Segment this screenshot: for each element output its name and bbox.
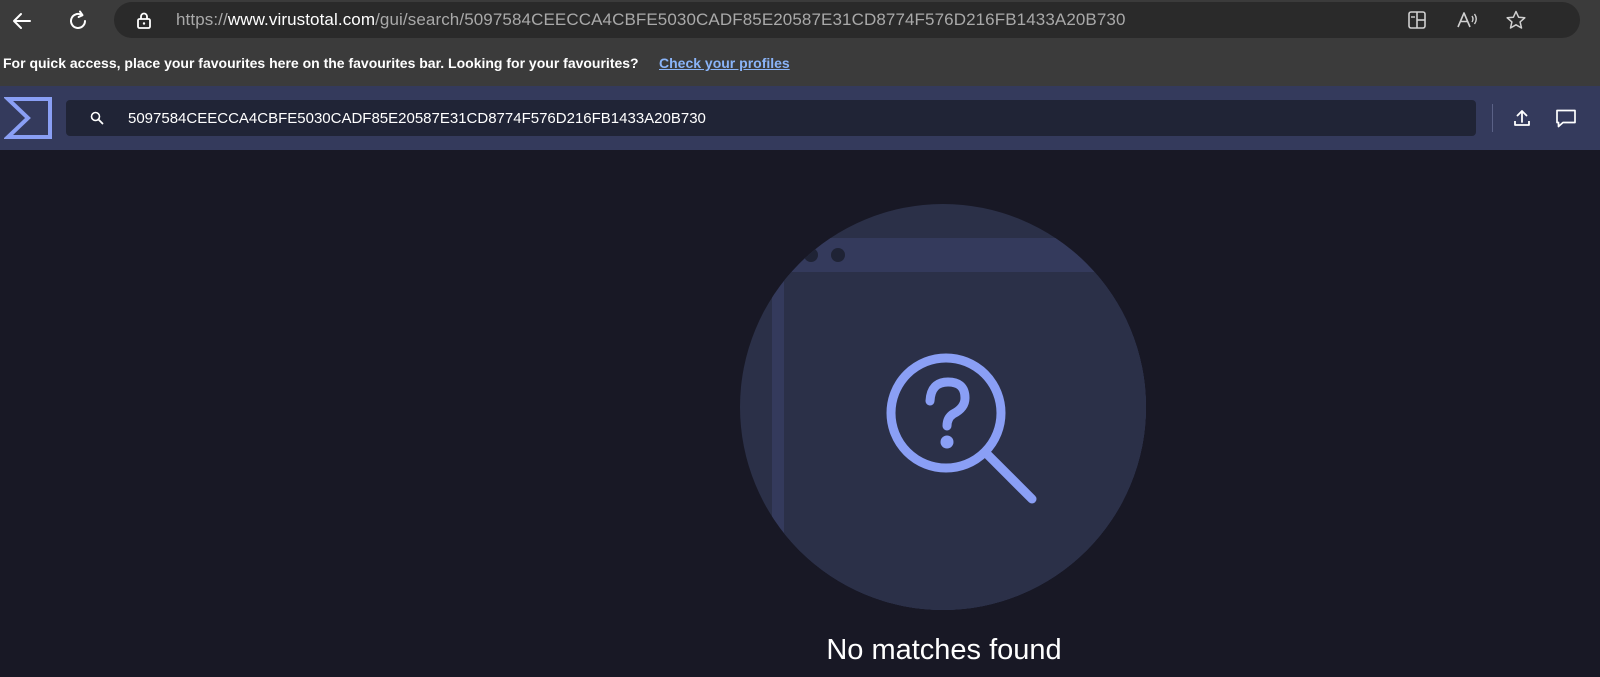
chat-icon	[1556, 109, 1576, 128]
back-button[interactable]	[4, 3, 40, 39]
search-box[interactable]	[66, 100, 1476, 136]
refresh-button[interactable]	[60, 3, 96, 39]
virustotal-header	[0, 86, 1600, 150]
browser-toolbar: https://www.virustotal.com/gui/search/50…	[0, 0, 1600, 42]
empty-state-illustration	[740, 204, 1146, 610]
upload-button[interactable]	[1505, 102, 1539, 134]
lock-icon	[137, 12, 151, 29]
star-icon	[1506, 10, 1526, 29]
favourite-button[interactable]	[1501, 6, 1531, 34]
url-text[interactable]: https://www.virustotal.com/gui/search/50…	[176, 10, 1126, 30]
url-path: /gui/search/5097584CEECCA4CBFE5030CADF85…	[375, 10, 1126, 29]
search-input[interactable]	[128, 100, 1458, 136]
check-profiles-link[interactable]: Check your profiles	[659, 55, 790, 71]
header-divider	[1492, 104, 1493, 132]
site-info-button[interactable]	[134, 10, 154, 35]
split-screen-icon	[1408, 11, 1426, 29]
back-arrow-icon	[13, 13, 31, 29]
favourites-bar: For quick access, place your favourites …	[0, 42, 1600, 86]
url-host: www.virustotal.com	[227, 10, 376, 29]
address-bar[interactable]: https://www.virustotal.com/gui/search/50…	[114, 2, 1580, 38]
refresh-icon	[70, 10, 86, 29]
search-icon[interactable]	[90, 111, 104, 125]
read-aloud-icon	[1457, 12, 1477, 28]
url-scheme: https://	[176, 10, 228, 29]
upload-icon	[1514, 110, 1530, 126]
favourites-message: For quick access, place your favourites …	[3, 55, 639, 71]
chat-button[interactable]	[1549, 102, 1583, 134]
no-matches-message: No matches found	[826, 634, 1062, 666]
virustotal-logo[interactable]	[4, 95, 54, 141]
split-screen-button[interactable]	[1402, 6, 1432, 34]
read-aloud-button[interactable]	[1452, 6, 1482, 34]
